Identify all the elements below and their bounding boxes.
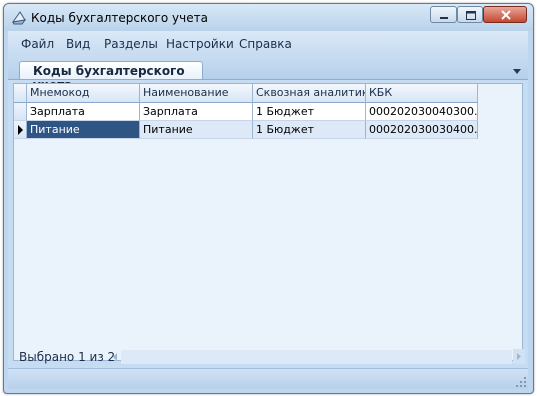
row-indicator[interactable] xyxy=(14,121,27,139)
data-grid: Мнемокод Наименование Сквозная аналитика… xyxy=(13,83,523,361)
row-indicator-header xyxy=(14,84,27,103)
close-button[interactable] xyxy=(483,6,527,23)
row-indicator[interactable] xyxy=(14,103,27,121)
cell-kbk[interactable]: 000202030030400... xyxy=(366,121,478,139)
cell-name[interactable]: Питание xyxy=(140,121,253,139)
resize-grip-icon[interactable] xyxy=(515,376,527,388)
cell-mnemocode[interactable]: Питание xyxy=(27,121,140,139)
close-icon xyxy=(501,10,511,20)
column-header-name[interactable]: Наименование xyxy=(140,84,253,103)
maximize-icon xyxy=(466,11,476,20)
grid-header: Мнемокод Наименование Сквозная аналитика… xyxy=(14,84,478,103)
menu-file[interactable]: Файл xyxy=(21,37,54,51)
selection-count: Выбрано 1 из 2 xyxy=(19,350,116,364)
scroll-right-icon xyxy=(517,353,521,360)
tab-strip: Коды бухгалтерского учета xyxy=(8,55,528,92)
menu-settings[interactable]: Настройки xyxy=(166,37,234,51)
scroll-right-button[interactable] xyxy=(513,349,525,364)
chevron-down-icon[interactable] xyxy=(512,67,522,75)
tab-accounting-codes[interactable]: Коды бухгалтерского учета xyxy=(19,61,203,92)
minimize-button[interactable] xyxy=(430,6,457,23)
cell-mnemocode[interactable]: Зарплата xyxy=(27,103,140,121)
column-header-analytics[interactable]: Сквозная аналитика xyxy=(253,84,366,103)
window-status-bar xyxy=(8,368,528,389)
column-header-mnemocode[interactable]: Мнемокод xyxy=(27,84,140,103)
app-icon xyxy=(11,11,27,25)
client-area: Файл Вид Разделы Настройки Справка Коды … xyxy=(8,31,528,389)
cell-kbk[interactable]: 000202030040300... xyxy=(366,103,478,121)
column-header-kbk[interactable]: КБК xyxy=(366,84,478,103)
app-window: Коды бухгалтерского учета Файл Вид Разде… xyxy=(3,3,534,394)
window-title: Коды бухгалтерского учета xyxy=(31,11,208,25)
cell-analytics[interactable]: 1 Бюджет xyxy=(253,103,366,121)
scroll-left-icon[interactable] xyxy=(109,350,121,364)
grid-status-bar: Выбрано 1 из 2 xyxy=(13,347,525,367)
menu-view[interactable]: Вид xyxy=(66,37,90,51)
title-bar[interactable]: Коды бухгалтерского учета xyxy=(4,4,533,31)
cell-analytics[interactable]: 1 Бюджет xyxy=(253,121,366,139)
horizontal-scrollbar[interactable] xyxy=(121,350,512,364)
cell-name[interactable]: Зарплата xyxy=(140,103,253,121)
minimize-icon xyxy=(440,17,448,19)
menu-bar: Файл Вид Разделы Настройки Справка xyxy=(8,31,528,55)
maximize-button[interactable] xyxy=(457,6,483,23)
row-pointer-icon xyxy=(18,125,23,135)
menu-sections[interactable]: Разделы xyxy=(104,37,158,51)
menu-help[interactable]: Справка xyxy=(239,37,292,51)
